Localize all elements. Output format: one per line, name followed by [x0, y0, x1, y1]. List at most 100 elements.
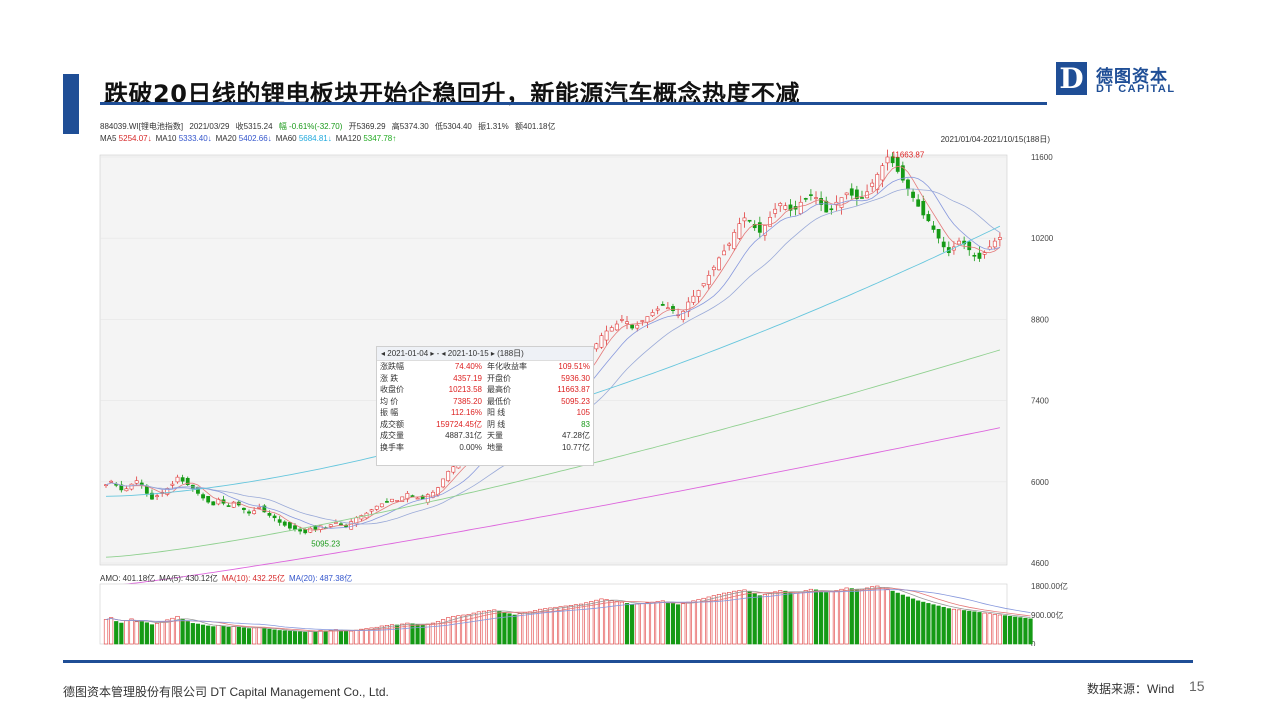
candle-body — [798, 201, 803, 214]
volume-bar — [885, 588, 890, 645]
volume-bar — [262, 628, 267, 645]
candle-body — [706, 275, 711, 285]
volume-bar — [134, 621, 139, 645]
title-accent-bar — [63, 74, 79, 134]
stats-row: 成交量 4887.31亿 天量 47.28亿 — [377, 430, 593, 442]
stats-v2: 109.51% — [558, 362, 590, 371]
stats-k2: 地量 — [487, 442, 503, 452]
stats-k1: 换手率 — [380, 442, 404, 452]
volume-bar — [977, 612, 982, 645]
volume-bar — [456, 615, 461, 645]
candle-body — [977, 252, 982, 259]
candle-body — [906, 179, 910, 190]
range-stats-header[interactable]: ◂ 2021-01-04 ▸ - ◂ 2021-10-15 ▸ (188日) — [377, 347, 593, 361]
candle-body — [650, 312, 655, 317]
volume-bar — [359, 628, 364, 645]
volume-bar — [308, 630, 313, 645]
company-logo: D 德图资本 DT CAPITAL — [1056, 62, 1186, 98]
candle-body — [410, 495, 415, 497]
candle-body — [415, 497, 420, 500]
candle-body — [844, 192, 849, 196]
candle-body — [293, 525, 297, 530]
volume-bar — [190, 623, 195, 645]
price-y-tick: 10200 — [1031, 234, 1054, 243]
candle-body — [722, 250, 726, 256]
stock-chart-panel: 884039.WI[锂电池指数] 2021/03/29 收5315.24 幅 -… — [95, 118, 1070, 646]
volume-bar — [154, 623, 160, 645]
candle-body — [374, 505, 379, 510]
stats-v1: 10213.58 — [448, 385, 482, 394]
candle-body — [226, 505, 231, 507]
volume-bar — [573, 604, 579, 645]
volume-bar — [216, 625, 221, 645]
volume-bar — [670, 603, 676, 645]
candle-body — [936, 229, 941, 239]
candle-body — [328, 524, 333, 527]
volume-bar — [905, 596, 911, 645]
stats-row: 换手率 0.00% 地量 10.77亿 — [377, 442, 593, 454]
stats-row: 成交额 159724.45亿阴 线 83 — [377, 419, 593, 431]
volume-bar — [568, 605, 573, 645]
footer-divider — [63, 660, 1193, 663]
volume-bar — [594, 599, 599, 645]
candle-body — [783, 205, 788, 210]
candle-body — [849, 188, 854, 196]
volume-bar — [681, 603, 686, 645]
candle-body — [604, 330, 609, 341]
volume-bar — [783, 590, 788, 645]
volume-bar — [252, 627, 257, 645]
candle-body — [645, 316, 650, 323]
candle-body — [139, 482, 144, 486]
stats-row: 振 幅 112.16% 阳 线 105 — [377, 407, 593, 419]
logo-mark-icon: D — [1056, 62, 1087, 95]
volume-bar — [706, 596, 711, 645]
candle-body — [446, 471, 451, 482]
volume-bar — [149, 624, 155, 645]
volume-bar — [967, 610, 972, 645]
volume-bar — [338, 629, 344, 645]
volume-bar — [558, 606, 563, 645]
volume-bar — [946, 608, 951, 645]
volume-bar — [890, 590, 895, 645]
volume-bar — [599, 598, 604, 645]
candle-body — [921, 200, 926, 216]
volume-legend-item: AMO: 401.18亿 — [100, 574, 156, 583]
candle-body — [287, 522, 292, 529]
candle-body — [282, 521, 287, 526]
price-y-tick: 8800 — [1031, 315, 1049, 324]
stats-k2: 天量 — [487, 431, 503, 440]
volume-bar — [109, 617, 114, 645]
candle-body — [630, 324, 635, 329]
candle-body — [778, 203, 783, 207]
volume-bar — [864, 587, 870, 645]
candle-body — [742, 217, 747, 222]
footer-company: 德图资本管理股份有限公司 DT Capital Management Co., … — [63, 685, 389, 699]
candle-body — [129, 483, 134, 490]
candle-body — [727, 243, 732, 246]
volume-bar — [1008, 615, 1013, 645]
volume-bar — [921, 601, 926, 645]
stats-v1: 74.40% — [454, 362, 482, 371]
volume-y-tick: 900.00亿 — [1031, 610, 1063, 620]
volume-bar — [624, 603, 630, 645]
volume-bar — [420, 625, 425, 645]
stats-k2: 开盘价 — [487, 373, 511, 383]
stats-k1: 涨跌幅 — [380, 362, 404, 371]
stats-v2: 47.28亿 — [561, 431, 590, 440]
candle-body — [967, 241, 972, 251]
volume-bar — [231, 626, 236, 645]
volume-bar — [548, 607, 553, 645]
volume-bar — [221, 625, 226, 645]
candle-body — [599, 335, 604, 348]
volume-bar — [972, 611, 977, 645]
volume-bar — [839, 588, 844, 645]
volume-bar — [241, 627, 247, 645]
volume-legend-item: MA(20): 487.38亿 — [288, 574, 353, 583]
candle-body — [104, 484, 108, 487]
stats-v1: 7385.20 — [453, 396, 482, 406]
stats-v2: 10.77亿 — [561, 442, 590, 452]
candle-body — [824, 200, 829, 213]
candle-body — [926, 214, 931, 222]
high-annotation: 11663.87 — [892, 150, 925, 159]
candle-body — [911, 191, 915, 198]
